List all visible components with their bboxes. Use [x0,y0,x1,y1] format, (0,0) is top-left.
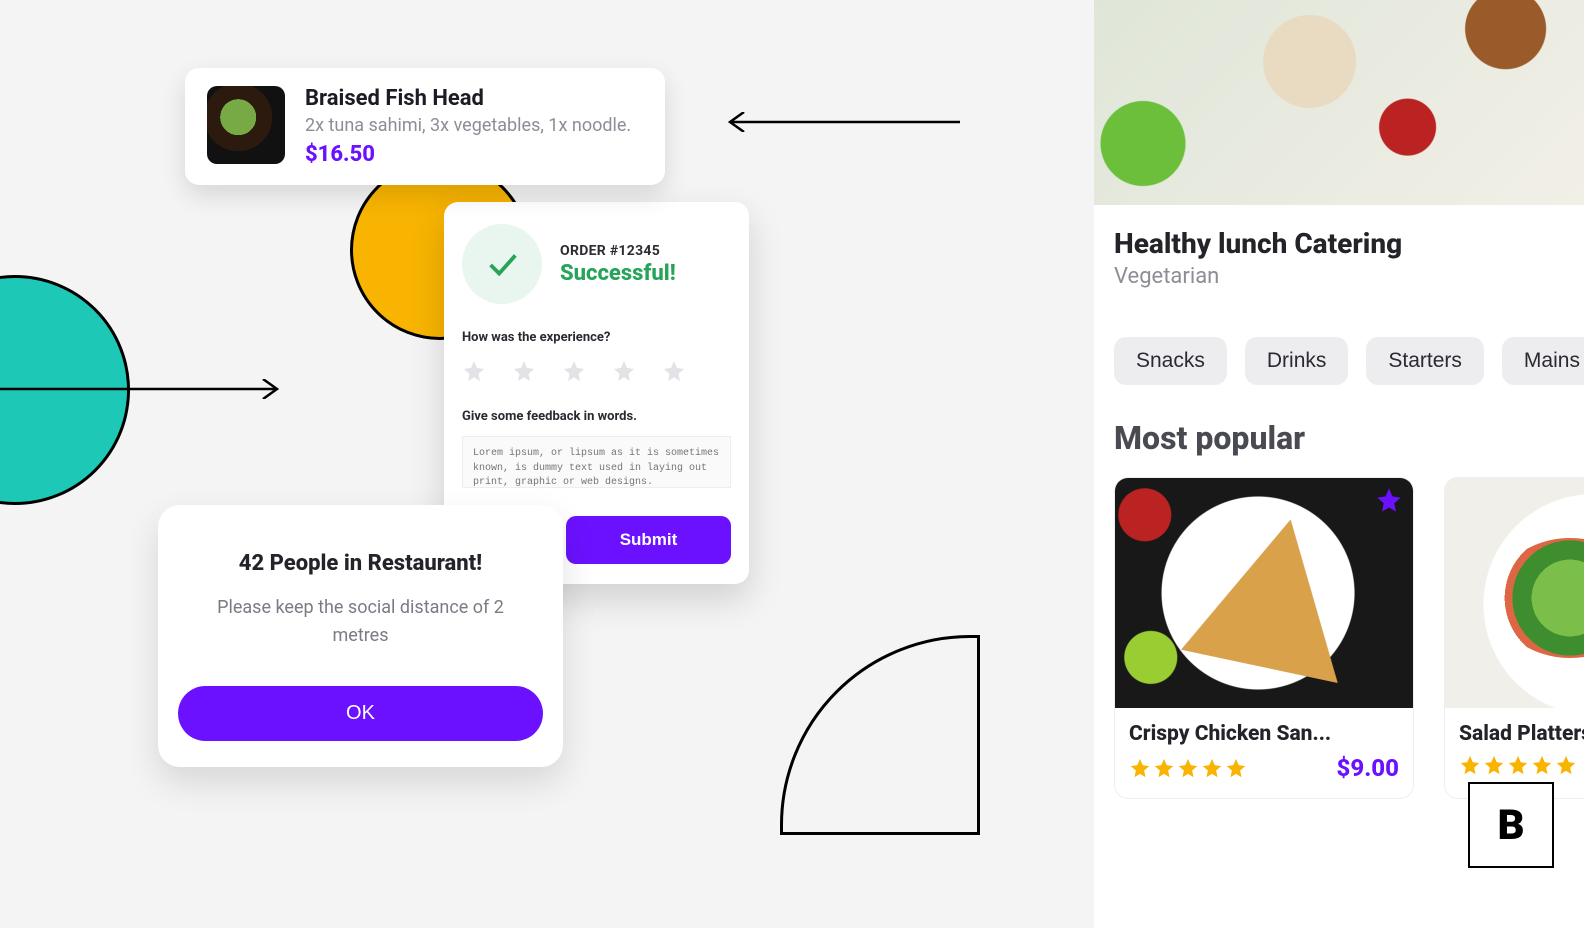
brand-badge: B [1468,782,1554,868]
star-icon[interactable] [462,359,486,383]
order-number-label: ORDER #12345 [560,243,676,259]
product-image [1445,478,1584,708]
rating-stars[interactable] [462,359,731,383]
order-item-description: 2x tuna sahimi, 3x vegetables, 1x noodle… [305,115,631,136]
star-icon [1507,754,1529,776]
product-rating-stars [1459,754,1577,776]
star-icon[interactable] [512,359,536,383]
product-name: Salad Platters [1445,708,1584,746]
star-icon[interactable] [562,359,586,383]
star-icon [1531,754,1553,776]
order-status-text: Successful! [560,261,676,286]
product-name: Crispy Chicken San... [1115,708,1413,746]
product-card[interactable]: Crispy Chicken San... $9.00 [1114,477,1414,799]
product-image [1115,478,1413,708]
feedback-question-rating: How was the experience? [462,330,731,345]
section-header-most-popular: Most popular [1094,385,1584,457]
star-icon [1555,754,1577,776]
order-item-price: $16.50 [305,142,631,167]
chip-starters[interactable]: Starters [1366,337,1484,385]
order-item-card[interactable]: Braised Fish Head 2x tuna sahimi, 3x veg… [185,68,665,185]
submit-button[interactable]: Submit [566,516,731,564]
feedback-question-text: Give some feedback in words. [462,409,731,424]
star-icon [1177,757,1199,779]
success-check-icon [462,224,542,304]
arrow-left-icon [720,112,960,132]
store-subtitle: Vegetarian [1094,264,1584,313]
star-icon [1225,757,1247,779]
star-icon [1153,757,1175,779]
decorative-quarter-frame [780,635,980,835]
store-title: Healthy lunch Catering [1094,205,1584,264]
star-icon [1483,754,1505,776]
chip-drinks[interactable]: Drinks [1245,337,1349,385]
alert-body: Please keep the social distance of 2 met… [178,594,543,650]
order-item-title: Braised Fish Head [305,86,631,111]
occupancy-alert: 42 People in Restaurant! Please keep the… [158,505,563,767]
star-icon[interactable] [612,359,636,383]
star-icon [1201,757,1223,779]
order-item-thumbnail [207,86,285,164]
star-icon [1129,757,1151,779]
chip-mains[interactable]: Mains [1502,337,1584,385]
product-card[interactable]: Salad Platters [1444,477,1584,799]
ok-button[interactable]: OK [178,686,543,741]
product-price: $9.00 [1337,754,1399,782]
arrow-right-icon [0,379,290,399]
store-hero-image [1094,0,1584,205]
alert-title: 42 People in Restaurant! [178,551,543,576]
feedback-textarea[interactable] [462,436,731,488]
category-chip-row: Snacks Drinks Starters Mains [1094,313,1584,385]
chip-snacks[interactable]: Snacks [1114,337,1227,385]
star-icon [1459,754,1481,776]
favorite-star-icon[interactable] [1375,486,1403,514]
brand-letter: B [1497,801,1524,850]
product-rating-stars [1129,757,1247,779]
star-icon[interactable] [662,359,686,383]
